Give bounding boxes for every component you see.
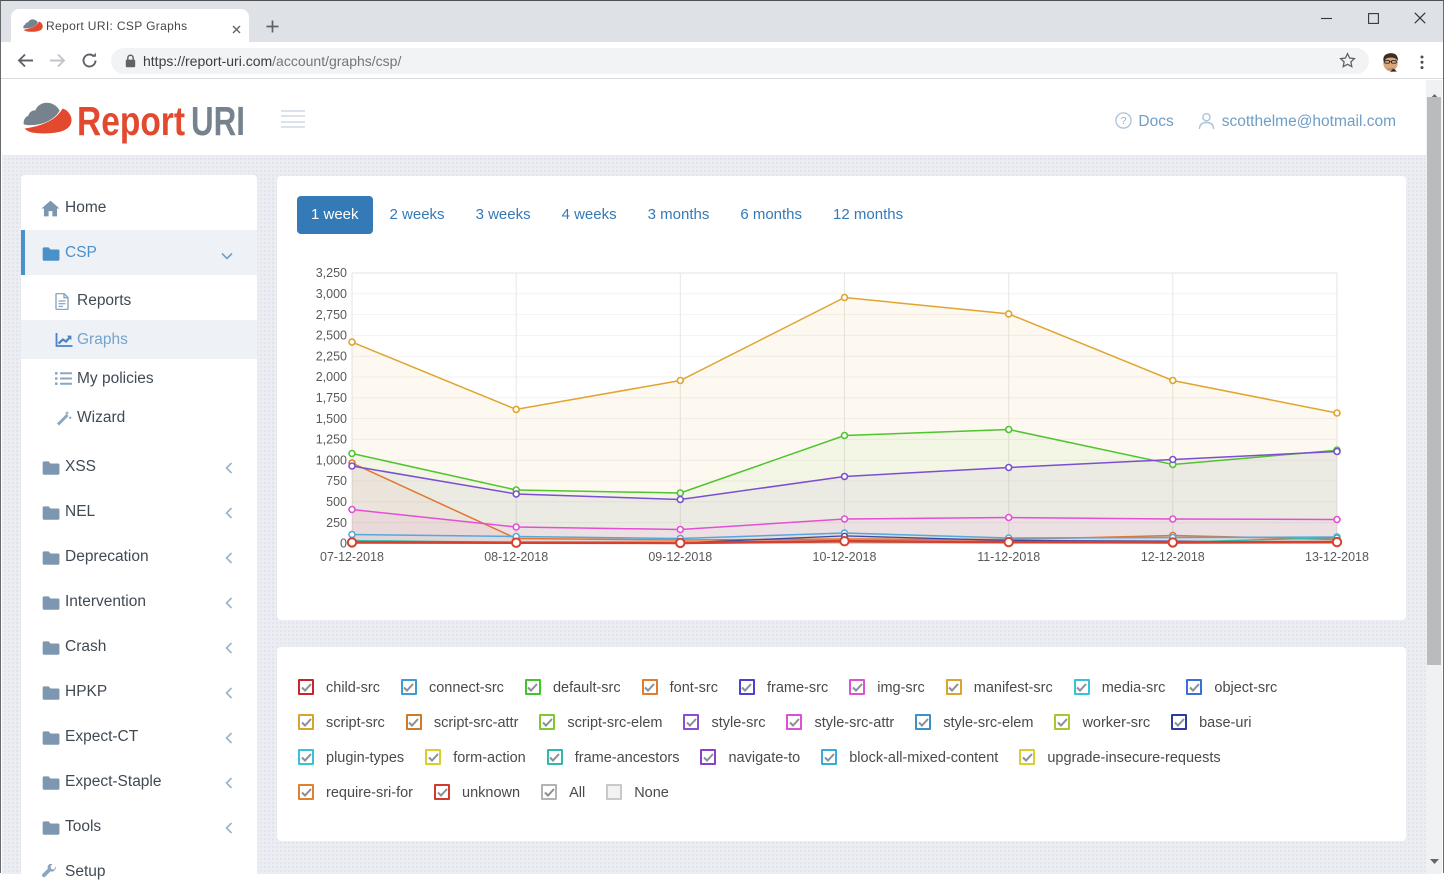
svg-text:1,250: 1,250 — [316, 433, 347, 447]
svg-text:?: ? — [1121, 115, 1127, 127]
svg-text:1,500: 1,500 — [316, 412, 347, 426]
svg-text:3,250: 3,250 — [316, 266, 347, 280]
svg-text:13-12-2018: 13-12-2018 — [1305, 550, 1369, 564]
svg-text:3,000: 3,000 — [316, 287, 347, 301]
svg-text:2,500: 2,500 — [316, 329, 347, 343]
svg-text:750: 750 — [326, 474, 347, 488]
svg-text:2,250: 2,250 — [316, 349, 347, 363]
svg-text:Report: Report — [77, 98, 185, 144]
svg-text:11-12-2018: 11-12-2018 — [977, 550, 1040, 564]
svg-text:2,750: 2,750 — [316, 308, 347, 322]
svg-text:0: 0 — [340, 537, 347, 551]
svg-text:10-12-2018: 10-12-2018 — [813, 550, 877, 564]
svg-text:URI: URI — [191, 98, 245, 144]
svg-text:1,000: 1,000 — [316, 453, 347, 467]
svg-text:500: 500 — [326, 495, 347, 509]
svg-text:09-12-2018: 09-12-2018 — [648, 550, 712, 564]
svg-text:250: 250 — [326, 516, 347, 530]
svg-text:12-12-2018: 12-12-2018 — [1141, 550, 1205, 564]
svg-text:08-12-2018: 08-12-2018 — [484, 550, 548, 564]
svg-text:1,750: 1,750 — [316, 391, 347, 405]
svg-text:2,000: 2,000 — [316, 370, 347, 384]
svg-text:07-12-2018: 07-12-2018 — [320, 550, 384, 564]
